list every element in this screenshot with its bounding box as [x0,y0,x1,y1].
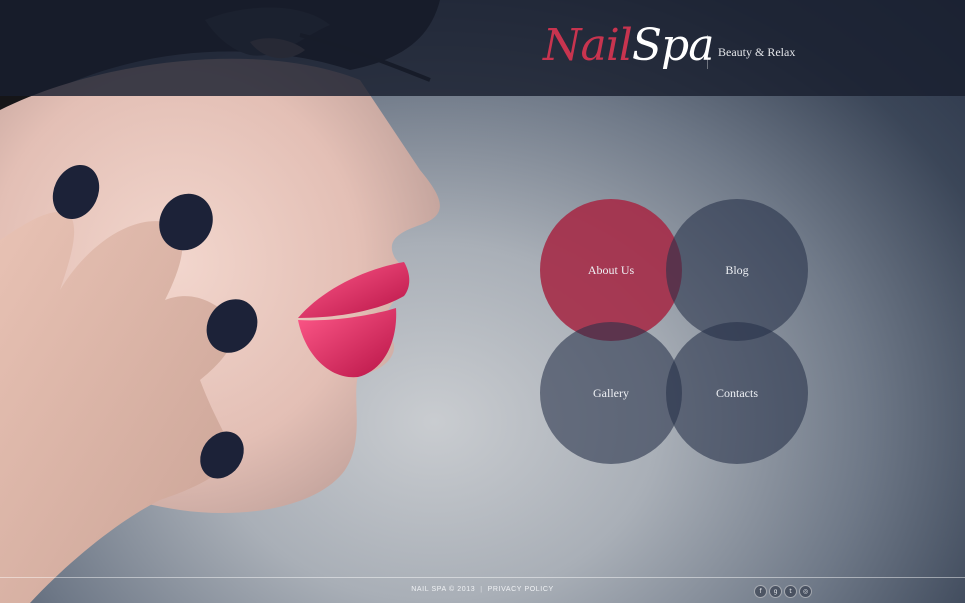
facebook-icon[interactable]: f [754,585,767,598]
tagline: Beauty & Relax [718,45,796,59]
google-plus-icon[interactable]: g [769,585,782,598]
nav-blog[interactable]: Blog [666,199,808,341]
footer: NAIL SPA © 2013 | PRIVACY POLICY [0,586,965,593]
footer-divider [0,577,965,578]
nav-about-us[interactable]: About Us [540,199,682,341]
footer-separator: | [480,586,483,593]
header-divider [707,35,708,69]
nav-gallery[interactable]: Gallery [540,322,682,464]
nav-contacts-label: Contacts [716,385,758,400]
logo-text-spa: Spa [631,20,715,71]
twitter-icon[interactable]: t [784,585,797,598]
nav-blog-label: Blog [725,262,749,277]
nav-gallery-label: Gallery [593,385,629,400]
nav-about-us-label: About Us [587,262,635,277]
privacy-policy-link[interactable]: PRIVACY POLICY [488,586,554,593]
header-bar [0,0,965,96]
logo-text-nail: Nail [543,20,633,71]
social-links: f g t ◎ [754,585,812,598]
dribbble-icon[interactable]: ◎ [799,585,812,598]
nav-contacts[interactable]: Contacts [666,322,808,464]
logo[interactable]: NailSpa [543,14,715,78]
copyright-text: NAIL SPA © 2013 [411,586,476,593]
